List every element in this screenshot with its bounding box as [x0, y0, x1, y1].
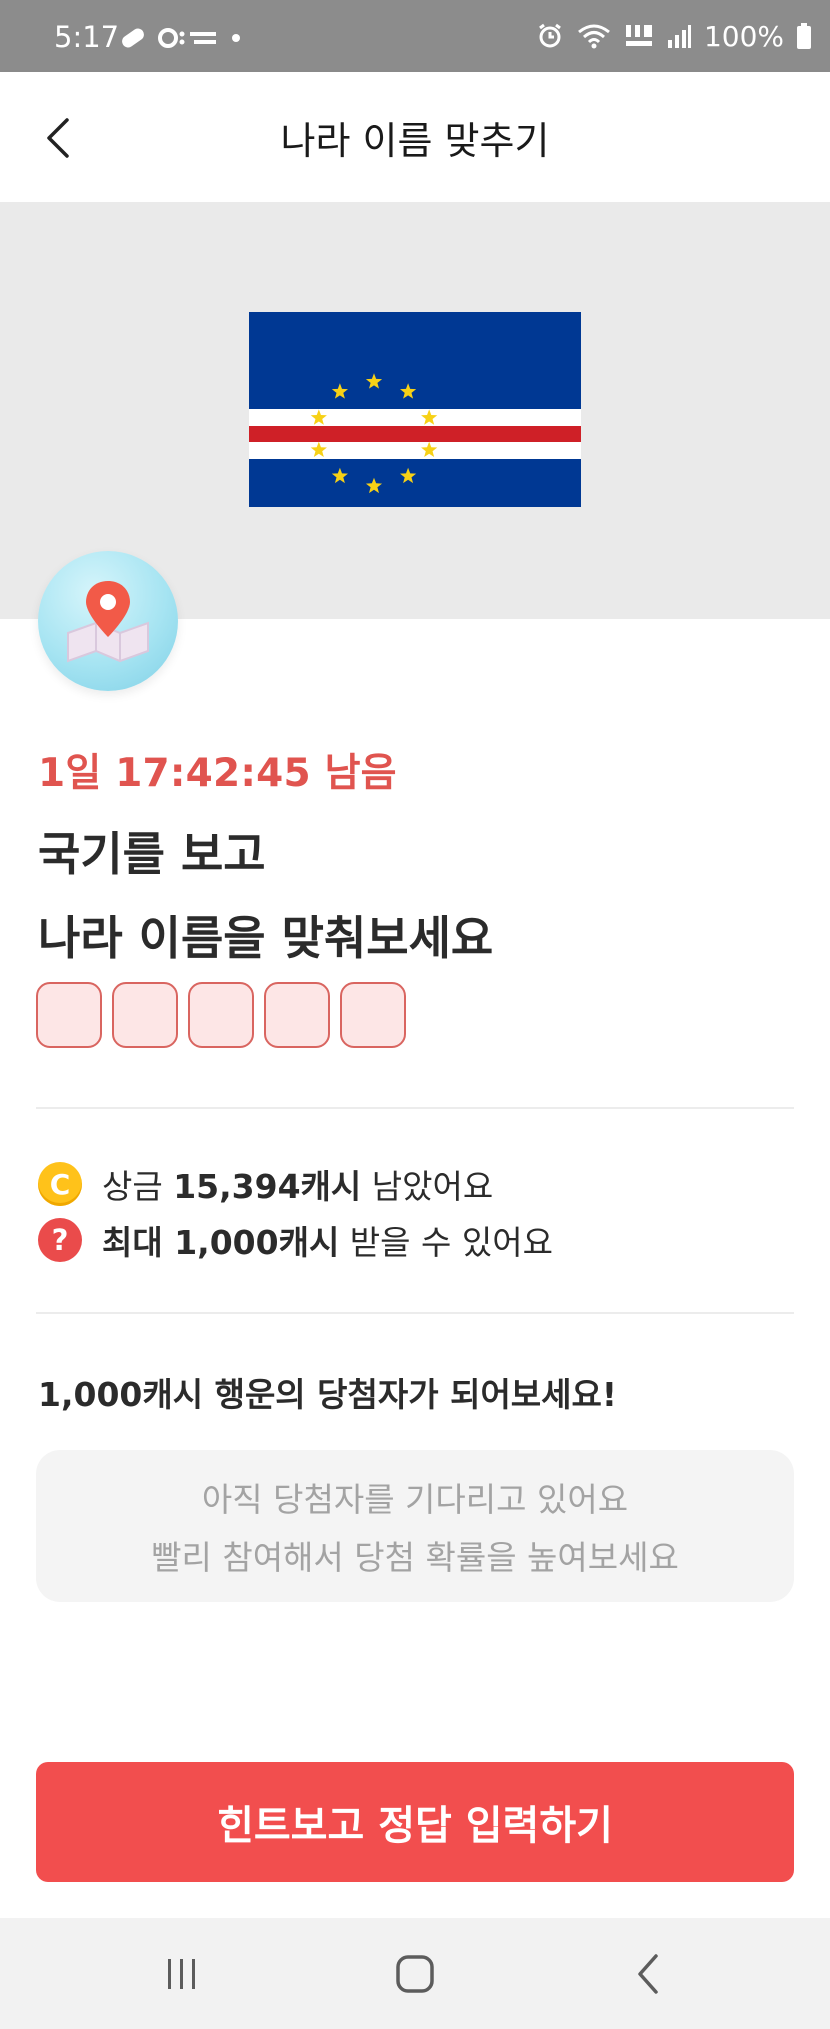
- cashfeed-app-icon: [158, 28, 216, 48]
- back-button[interactable]: [28, 108, 88, 168]
- answer-boxes: [36, 982, 406, 1048]
- chevron-left-icon: [47, 118, 69, 158]
- status-time: 5:17: [54, 20, 120, 54]
- max-prize-suffix: 받을 수 있어요: [339, 1223, 553, 1262]
- page-title: 나라 이름 맞추기: [280, 118, 550, 163]
- dot-icon: [232, 34, 240, 42]
- map-pin-icon: [67, 581, 149, 663]
- pill-icon: [122, 28, 144, 48]
- max-prize-text: 최대 1,000캐시 받을 수 있어요: [102, 1216, 553, 1264]
- prize-remaining-suffix: 남았어요: [361, 1167, 494, 1206]
- prize-remaining-row: C 상금 15,394캐시 남았어요: [38, 1160, 493, 1208]
- hd-voice-icon: [625, 25, 652, 46]
- map-pin-badge: [38, 551, 178, 691]
- answer-box-2[interactable]: [112, 982, 178, 1048]
- coin-icon: C: [38, 1162, 82, 1206]
- divider: [36, 1107, 794, 1109]
- answer-box-3[interactable]: [188, 982, 254, 1048]
- lucky-winner-title: 1,000캐시 행운의 당첨자가 되어보세요!: [38, 1375, 617, 1414]
- signal-icon: [667, 25, 691, 48]
- answer-box-4[interactable]: [264, 982, 330, 1048]
- notification-icons: [118, 24, 242, 52]
- system-navigation-bar: [0, 1918, 830, 2029]
- max-prize-amount: 최대 1,000캐시: [102, 1223, 340, 1262]
- waiting-line-2: 빨리 참여해서 당첨 확률을 높여보세요: [151, 1538, 679, 1577]
- waiting-line-1: 아직 당첨자를 기다리고 있어요: [201, 1480, 629, 1519]
- countdown-timer: 1일 17:42:45 남음: [38, 751, 397, 796]
- winner-waiting-box: 아직 당첨자를 기다리고 있어요 빨리 참여해서 당첨 확률을 높여보세요: [36, 1450, 794, 1602]
- prize-remaining-prefix: 상금: [102, 1167, 174, 1206]
- question-mark-icon: ?: [38, 1218, 82, 1262]
- question-line-2: 나라 이름을 맞춰보세요: [38, 911, 494, 965]
- recent-apps-button[interactable]: [122, 1918, 242, 2029]
- wifi-icon: [578, 24, 610, 49]
- recent-apps-icon: [168, 1958, 195, 1989]
- hint-answer-button[interactable]: 힌트보고 정답 입력하기: [36, 1762, 794, 1882]
- divider: [36, 1312, 794, 1314]
- prize-remaining-amount: 15,394캐시: [173, 1167, 362, 1206]
- system-status-icons: 100%: [536, 18, 812, 54]
- answer-box-5[interactable]: [340, 982, 406, 1048]
- nav-back-icon: [638, 1953, 658, 1994]
- question-line-1: 국기를 보고: [38, 827, 266, 881]
- status-bar: 5:17 100%: [0, 0, 830, 72]
- battery-percentage: 100%: [703, 19, 784, 53]
- home-icon: [396, 1954, 434, 1993]
- cape-verde-flag: [249, 312, 581, 507]
- alarm-icon: [539, 23, 561, 48]
- battery-icon: [797, 23, 811, 49]
- answer-box-1[interactable]: [36, 982, 102, 1048]
- prize-remaining-text: 상금 15,394캐시 남았어요: [102, 1160, 493, 1208]
- app-bar: 나라 이름 맞추기: [0, 72, 830, 202]
- max-prize-row: ? 최대 1,000캐시 받을 수 있어요: [38, 1216, 553, 1264]
- home-button[interactable]: [355, 1918, 475, 2029]
- nav-back-button[interactable]: [588, 1918, 708, 2029]
